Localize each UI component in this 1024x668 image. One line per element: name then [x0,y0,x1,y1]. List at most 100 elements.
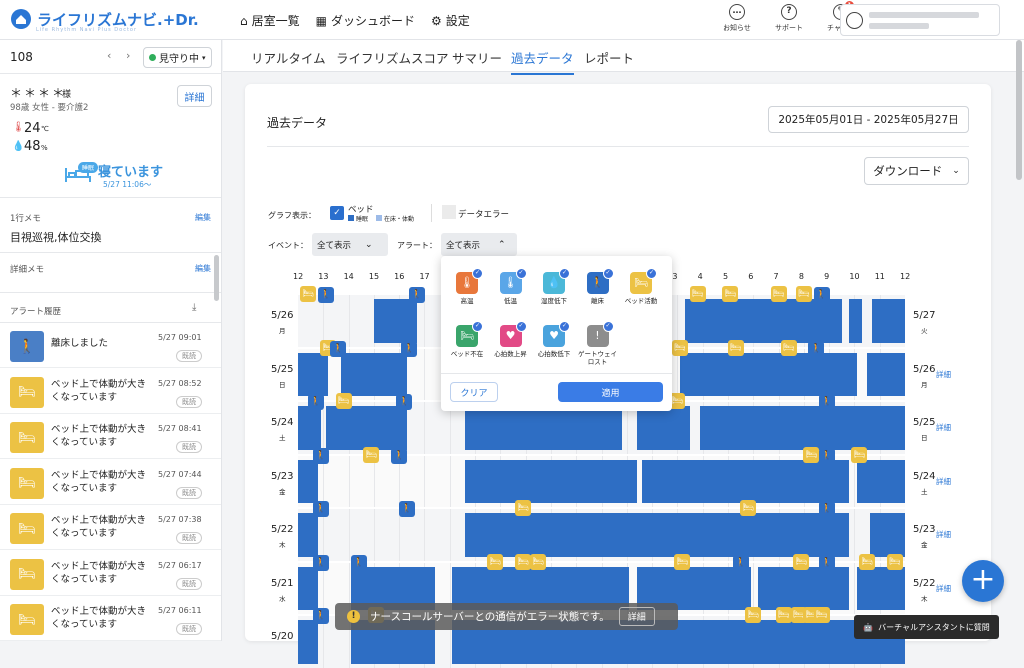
bed-activity-event-icon[interactable]: 🛏 [674,553,691,570]
bed-activity-event-icon[interactable]: 🛏 [515,553,532,570]
sleep-bar[interactable] [340,352,407,396]
app-logo[interactable]: ライフリズムナビ.+Dr. Life Rhythm Navi Plus Doct… [10,8,199,33]
alert-filter-7[interactable]: ♥ ✓ 心拍数低下 [534,321,574,358]
bed-exit-event-icon[interactable]: 🚶 [396,394,413,410]
bed-checkbox[interactable]: ✓ [330,206,344,220]
tab-4[interactable]: レポート [584,48,634,67]
bed-exit-event-icon[interactable]: 🚶 [813,287,830,303]
bed-activity-event-icon[interactable]: 🛏 [335,393,352,409]
bed-activity-event-icon[interactable]: 🛏 [793,553,810,570]
bed-activity-event-icon[interactable]: 🛏 [813,607,830,623]
alert-filter-5[interactable]: 🛏 ✓ ベッド不在 [447,321,487,358]
bed-exit-event-icon[interactable]: 🚶 [312,554,329,571]
alert-filter-6[interactable]: ♥ ✓ 心拍数上昇 [491,321,531,358]
memo-edit-link[interactable]: 編集 [195,212,211,223]
nav-item-2[interactable]: ⚙ 設定 [431,12,470,29]
sleep-bar[interactable] [298,513,319,557]
sleep-bar[interactable] [636,406,691,450]
bed-activity-event-icon[interactable]: 🛏 [851,446,868,463]
bed-activity-event-icon[interactable]: 🛏 [487,553,504,570]
support-button[interactable]: ? サポート [772,4,806,33]
tab-1[interactable]: ライフリズムスコア [336,48,449,67]
sleep-bar[interactable] [373,299,417,343]
bed-exit-event-icon[interactable]: 🚶 [398,501,415,517]
sleep-bar[interactable] [298,566,319,610]
resident-detail-button[interactable]: 詳細 [177,85,212,107]
sleep-bar[interactable] [758,566,850,610]
date-range-picker[interactable]: 2025年05月01日 - 2025年05月27日 [768,106,969,133]
download-button[interactable]: ダウンロード ⌄ [864,157,969,185]
row-detail-link[interactable]: 詳細 [936,583,951,594]
bed-activity-event-icon[interactable]: 🛏 [770,286,787,302]
bed-activity-event-icon[interactable]: 🛏 [515,500,532,516]
row-detail-link[interactable]: 詳細 [936,422,951,433]
sleep-bar[interactable] [856,566,905,610]
alert-history-item[interactable]: 🛏 ベッド上で体動が大きくなっています 5/27 06:11 既読 [0,596,221,641]
tab-0[interactable]: リアルタイム [251,48,326,67]
bed-exit-event-icon[interactable]: 🚶 [818,501,835,517]
detail-memo-edit-link[interactable]: 編集 [195,263,211,274]
bed-exit-event-icon[interactable]: 🚶 [391,447,408,464]
sleep-bar[interactable] [869,513,905,557]
bed-activity-event-icon[interactable]: 🛏 [803,446,820,463]
alert-filter-3[interactable]: 🚶 ✓ 離床 [578,268,618,305]
sleep-bar[interactable] [464,406,622,450]
virtual-assistant-button[interactable]: 🤖 バーチャルアシスタントに質問 [854,615,999,639]
bed-exit-event-icon[interactable]: 🚶 [818,447,835,464]
alert-select[interactable]: 全て表示 ⌃ [441,233,517,256]
alert-filter-8[interactable]: ! ✓ ゲートウェイロスト [578,321,618,366]
next-room-arrow[interactable]: › [126,49,130,62]
nav-item-0[interactable]: ⌂ 居室一覧 [240,12,300,29]
bed-exit-event-icon[interactable]: 🚶 [312,608,329,624]
sleep-bar[interactable] [849,299,862,343]
row-detail-link[interactable]: 詳細 [936,476,951,487]
alert-filter-1[interactable]: 🌡 ✓ 低温 [491,268,531,305]
sleep-bar[interactable] [298,352,329,396]
monitoring-status-select[interactable]: 見守り中 ▾ [143,47,212,68]
bed-activity-event-icon[interactable]: 🛏 [859,553,876,570]
alert-history-item[interactable]: 🛏 ベッド上で体動が大きくなっています 5/27 07:38 既読 [0,505,221,550]
alert-history-item[interactable]: 🛏 ベッド上で体動が大きくなっています 5/27 07:44 既読 [0,460,221,505]
bed-activity-event-icon[interactable]: 🛏 [775,607,792,623]
sleep-bar[interactable] [867,352,905,396]
bed-activity-event-icon[interactable]: 🛏 [745,607,762,623]
bed-exit-event-icon[interactable]: 🚶 [350,554,367,571]
bed-activity-event-icon[interactable]: 🛏 [300,286,317,302]
bed-activity-event-icon[interactable]: 🛏 [795,286,812,302]
bed-exit-event-icon[interactable]: 🚶 [408,287,425,303]
sleep-bar[interactable] [298,459,319,503]
page-scrollbar[interactable] [1016,40,1022,180]
sleep-bar[interactable] [325,406,407,450]
nav-item-1[interactable]: ▦ ダッシュボード [316,12,415,29]
bed-exit-event-icon[interactable]: 🚶 [330,340,347,357]
bed-activity-event-icon[interactable]: 🛏 [780,339,797,356]
bed-exit-event-icon[interactable]: 🚶 [312,447,329,464]
bed-activity-event-icon[interactable]: 🛏 [727,339,744,356]
bed-exit-event-icon[interactable]: 🚶 [317,287,334,303]
alert-history-item[interactable]: 🛏 ベッド上で体動が大きくなっています 5/27 06:17 既読 [0,551,221,596]
bed-exit-event-icon[interactable]: 🚶 [818,554,835,571]
bed-activity-event-icon[interactable]: 🛏 [530,553,547,570]
sleep-bar[interactable] [856,459,905,503]
bed-activity-event-icon[interactable]: 🛏 [671,339,688,356]
tab-3[interactable]: 過去データ [511,48,574,75]
alert-filter-0[interactable]: 🌡 ✓ 高温 [447,268,487,305]
sleep-bar[interactable] [298,406,321,450]
bed-exit-event-icon[interactable]: 🚶 [307,394,324,410]
event-select[interactable]: 全て表示 ⌄ [312,233,388,256]
download-icon[interactable]: ⤓ [192,302,196,313]
prev-room-arrow[interactable]: ‹ [107,49,111,62]
sleep-bar[interactable] [298,620,319,664]
alert-history-item[interactable]: 🛏 ベッド上で体動が大きくなっています 5/27 08:52 既読 [0,369,221,414]
alert-history-item[interactable]: 🛏 ベッド上で体動が大きくなっています 5/27 08:41 既読 [0,414,221,459]
row-detail-link[interactable]: 詳細 [936,529,951,540]
bed-exit-event-icon[interactable]: 🚶 [818,394,835,410]
alert-filter-2[interactable]: 💧 ✓ 湿度低下 [534,268,574,305]
sleep-bar[interactable] [872,299,905,343]
bed-exit-event-icon[interactable]: 🚶 [312,501,329,517]
notice-button[interactable]: … お知らせ [720,4,754,33]
sleep-bar[interactable] [464,513,850,557]
alert-filter-4[interactable]: 🛏 ✓ ベッド活動 [621,268,661,305]
bed-activity-event-icon[interactable]: 🛏 [886,553,903,570]
clear-button[interactable]: クリア [450,382,498,402]
